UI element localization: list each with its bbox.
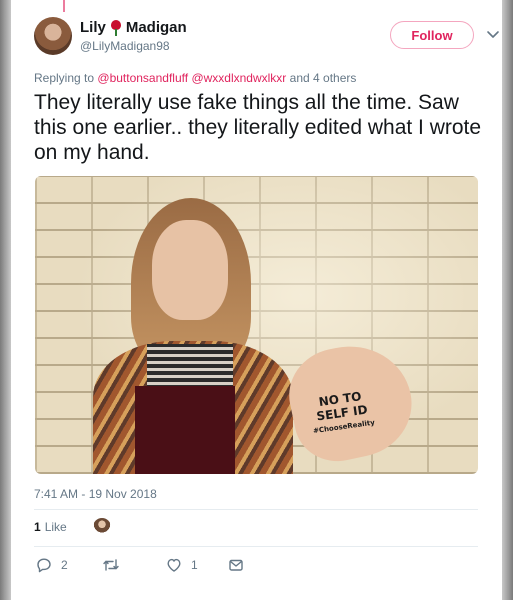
reply-count: 2: [61, 558, 68, 572]
chevron-down-icon[interactable]: [486, 27, 500, 41]
window-edge-right: [502, 0, 513, 600]
divider-bottom: [34, 546, 478, 547]
liker-avatar[interactable]: [93, 518, 111, 536]
retweet-icon[interactable]: [102, 557, 120, 573]
window-edge-left: [0, 0, 11, 600]
author-name-row[interactable]: Lily Madigan: [80, 19, 187, 36]
direct-message-action[interactable]: [228, 557, 244, 573]
mention-link-1[interactable]: @buttonsandfluff: [97, 71, 188, 85]
replying-to-line: Replying to @buttonsandfluff @wxxdlxndwx…: [34, 71, 356, 85]
reply-action[interactable]: 2: [36, 557, 68, 573]
follow-button[interactable]: Follow: [390, 21, 474, 49]
tweet-photo[interactable]: NO TO SELF ID #ChooseReality: [35, 176, 478, 474]
divider-top: [34, 509, 478, 510]
heart-icon[interactable]: [166, 557, 182, 573]
replying-suffix[interactable]: and 4 others: [290, 71, 357, 85]
retweet-action[interactable]: [102, 557, 120, 573]
rose-emoji-icon: [110, 19, 122, 36]
author-avatar[interactable]: [34, 17, 72, 55]
photo-person-striped-top: [147, 344, 233, 389]
author-first-name[interactable]: Lily: [80, 19, 106, 36]
tweet-card: Lily Madigan @LilyMadigan98 Follow Reply…: [11, 0, 502, 600]
likes-summary[interactable]: 1 Like: [34, 520, 67, 534]
like-count: 1: [191, 558, 198, 572]
likes-label: Like: [44, 520, 67, 534]
reply-icon[interactable]: [36, 557, 52, 573]
tweet-timestamp[interactable]: 7:41 AM - 19 Nov 2018: [34, 487, 157, 501]
author-last-name[interactable]: Madigan: [126, 19, 187, 36]
thread-line: [63, 0, 65, 12]
replying-prefix: Replying to: [34, 71, 95, 85]
tweet-header: Lily Madigan @LilyMadigan98 Follow: [34, 17, 499, 57]
like-action[interactable]: 1: [166, 557, 198, 573]
likes-count: 1: [34, 520, 41, 534]
envelope-icon[interactable]: [228, 557, 244, 573]
photo-person-dress: [135, 386, 235, 474]
tweet-actions: 2 1: [36, 557, 276, 577]
photo-person-face: [152, 220, 228, 320]
tweet-text: They literally use fake things all the t…: [34, 91, 482, 164]
author-handle[interactable]: @LilyMadigan98: [80, 39, 170, 53]
mention-link-2[interactable]: @wxxdlxndwxlkxr: [191, 71, 286, 85]
